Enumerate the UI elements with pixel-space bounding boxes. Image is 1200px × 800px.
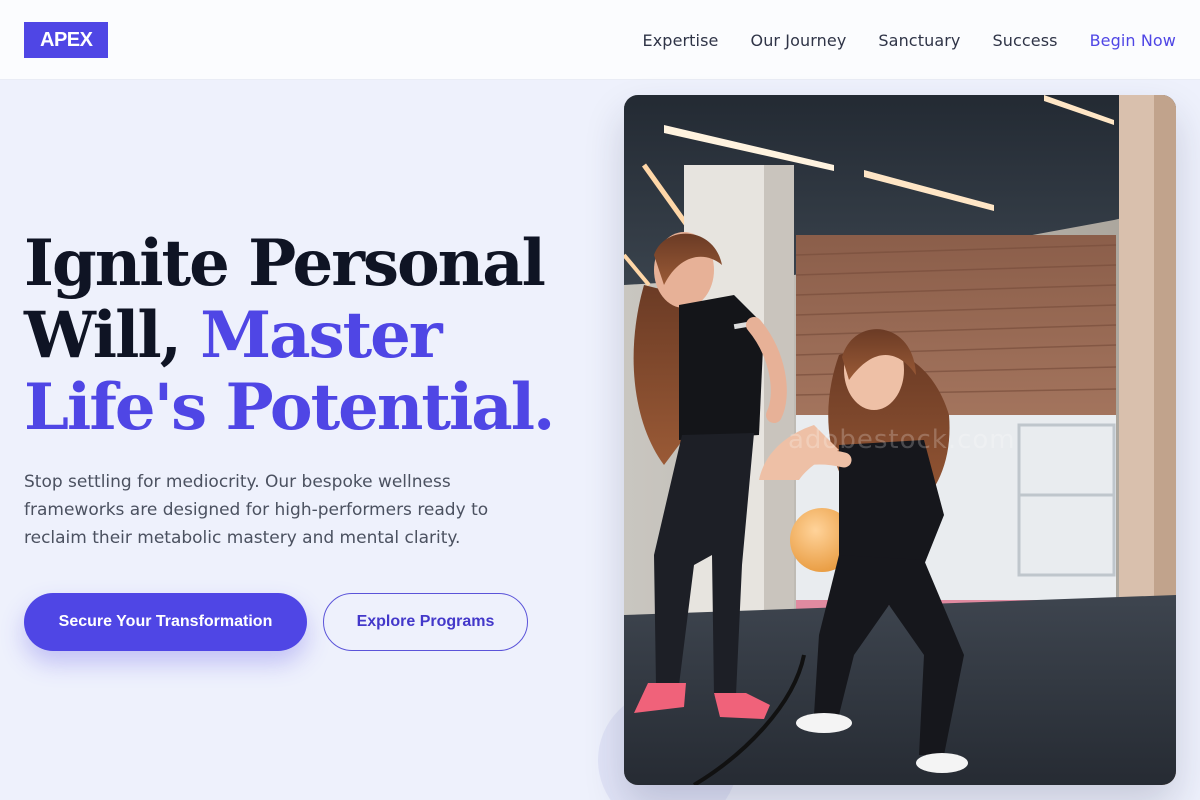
headline-line-3: Life's Potential. [24,370,555,445]
site-header: APEX Expertise Our Journey Sanctuary Suc… [0,0,1200,80]
headline-line-1: Ignite Personal [24,226,546,301]
hero-subtext: Stop settling for mediocrity. Our bespok… [24,472,489,548]
nav-begin-now-link[interactable]: Begin Now [1090,31,1176,50]
nav-link-our-journey[interactable]: Our Journey [751,31,847,50]
main-nav: Expertise Our Journey Sanctuary Success … [643,0,1176,80]
hero-image: adobestock.com [624,95,1176,785]
headline-line-2-accent: Master [200,298,442,373]
brand-logo[interactable]: APEX [24,22,109,58]
headline-line-2-dark: Will, [24,298,182,373]
nav-link-success[interactable]: Success [992,31,1057,50]
nav-link-expertise[interactable]: Expertise [643,31,719,50]
headline-line-2: Will, Master [24,300,584,372]
secure-transformation-button[interactable]: Secure Your Transformation [24,593,307,651]
hero-headline: Ignite Personal Will, Master Life's Pote… [24,228,584,444]
nav-link-sanctuary[interactable]: Sanctuary [878,31,960,50]
explore-programs-button[interactable]: Explore Programs [323,593,528,651]
image-watermark: adobestock.com [788,425,1016,455]
